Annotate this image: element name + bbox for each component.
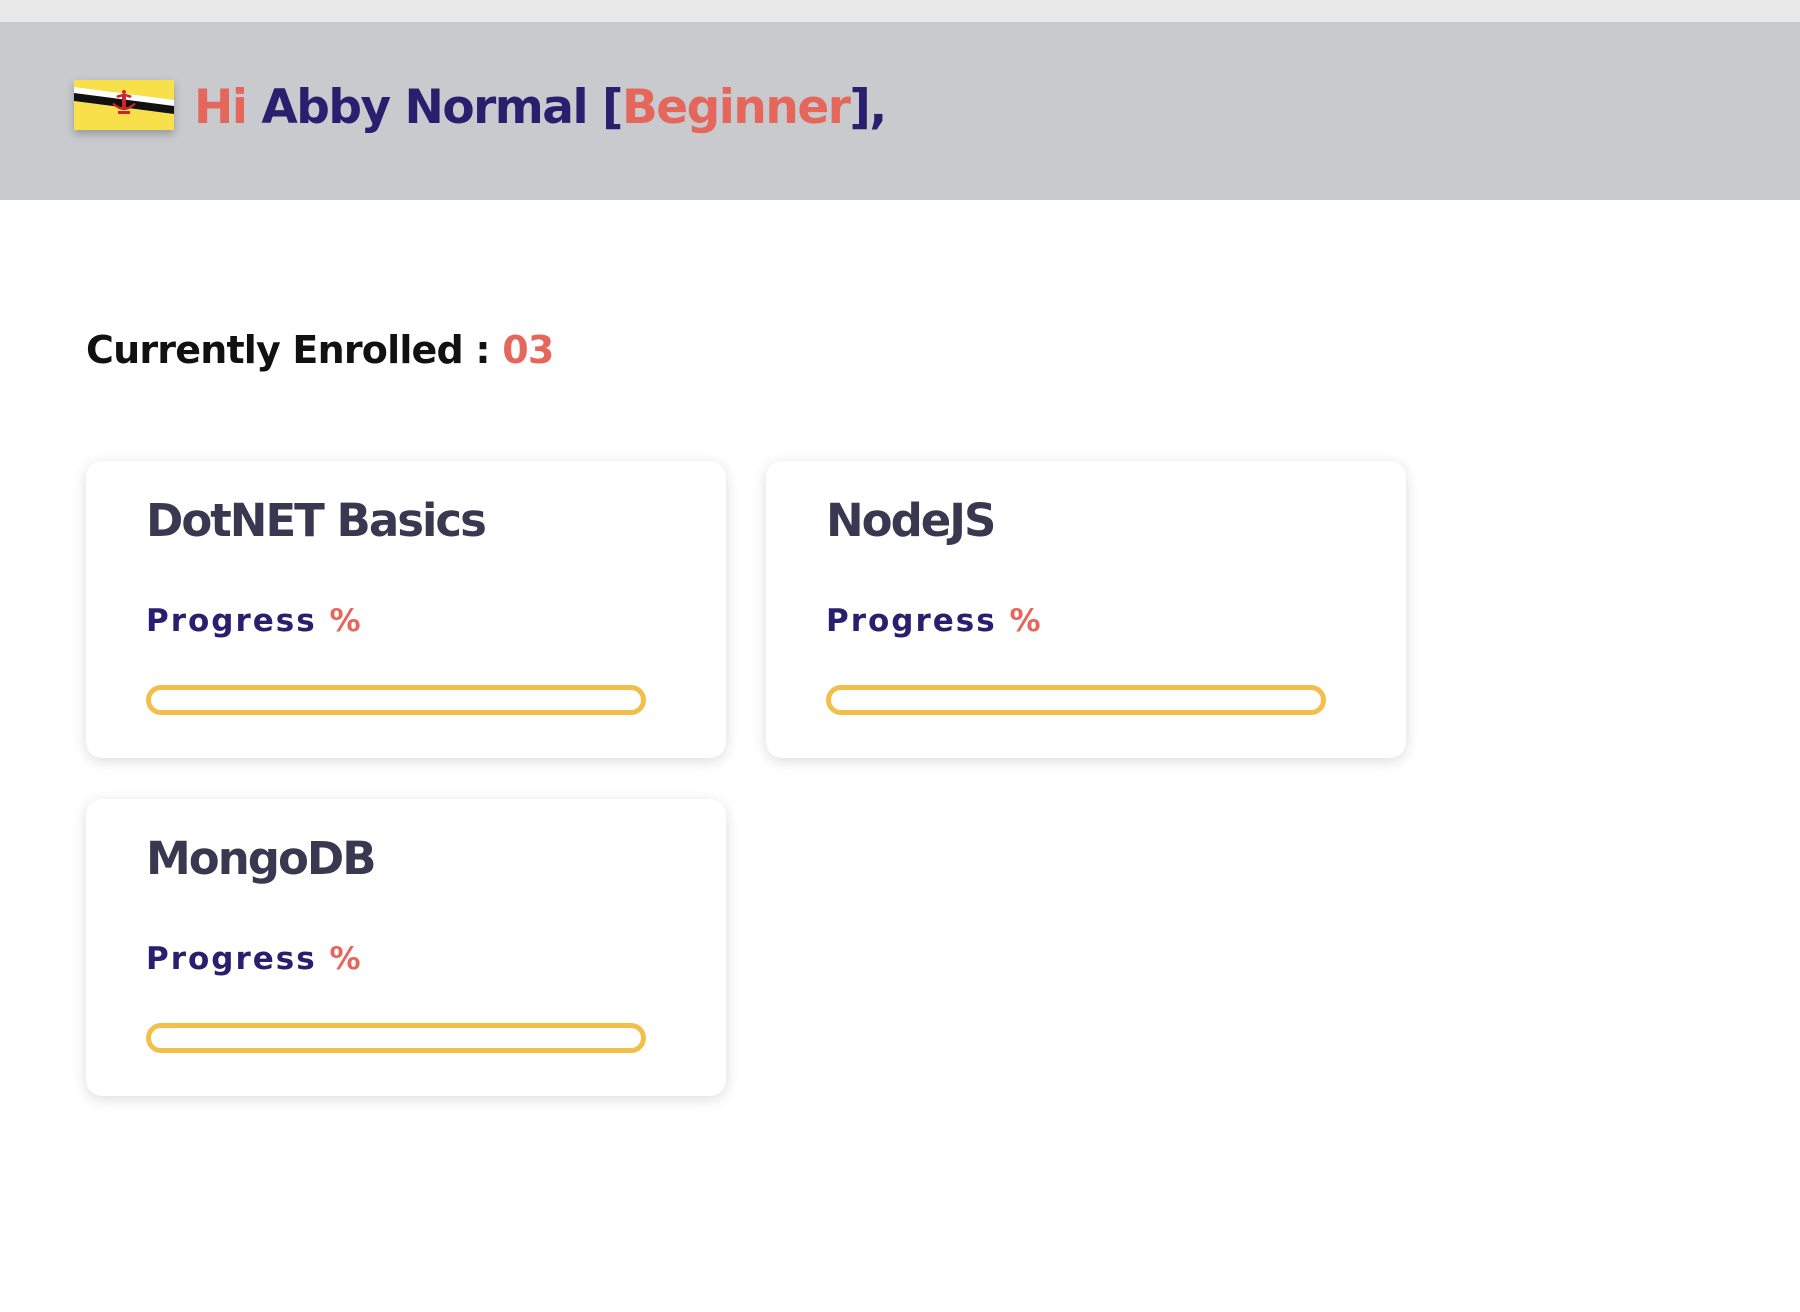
course-title: NodeJS — [826, 494, 996, 547]
progress-text: Progress — [826, 603, 997, 639]
course-card-nodejs[interactable]: NodeJS Progress % — [766, 461, 1406, 758]
progress-bar — [826, 685, 1326, 715]
progress-percent-symbol: % — [1009, 603, 1043, 639]
course-card-dotnet-basics[interactable]: DotNET Basics Progress % — [86, 461, 726, 758]
brunei-flag-icon — [74, 80, 174, 130]
progress-bar — [146, 685, 646, 715]
greeting-heading: Hi Abby Normal [Beginner], — [194, 78, 887, 138]
bracket-open: [ — [601, 80, 623, 135]
course-title: MongoDB — [146, 832, 377, 885]
progress-percent-symbol: % — [329, 603, 363, 639]
progress-label: Progress % — [146, 939, 363, 979]
course-title: DotNET Basics — [146, 494, 487, 547]
progress-text: Progress — [146, 603, 317, 639]
enrolled-count-heading: Currently Enrolled : 03 — [86, 322, 554, 378]
user-level: Beginner — [621, 80, 851, 135]
top-strip — [0, 0, 1800, 22]
user-name: Abby Normal — [261, 80, 588, 135]
greeting-hi: Hi — [194, 80, 248, 135]
progress-percent-symbol: % — [329, 941, 363, 977]
course-card-mongodb[interactable]: MongoDB Progress % — [86, 799, 726, 1096]
enrolled-label: Currently Enrolled : — [86, 328, 491, 372]
progress-label: Progress % — [826, 601, 1043, 641]
header-bar: Hi Abby Normal [Beginner], — [0, 22, 1800, 200]
progress-label: Progress % — [146, 601, 363, 641]
bracket-close: ], — [849, 80, 887, 135]
progress-bar — [146, 1023, 646, 1053]
enrolled-count: 03 — [502, 328, 554, 372]
progress-text: Progress — [146, 941, 317, 977]
